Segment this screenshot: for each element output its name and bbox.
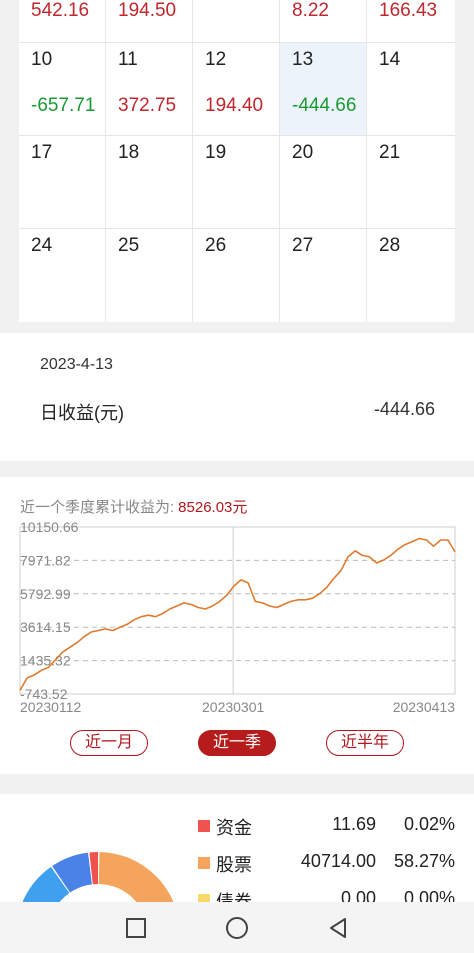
calendar-day-cell[interactable]: 28: [367, 229, 453, 321]
quarter-income-title: 近一个季度累计收益为: 8526.03元: [20, 496, 247, 517]
calendar-day-cell[interactable]: 542.16: [19, 0, 105, 42]
x-tick-label: 20230413: [393, 699, 456, 715]
allocation-amount: 11.69: [332, 814, 376, 834]
cash-swatch: [198, 820, 210, 832]
allocation-percent: 0.02%: [403, 814, 455, 834]
cumulative-income-chart: 10150.667971.825792.993614.151435.32-743…: [19, 519, 456, 715]
calendar-day-cell[interactable]: 19: [193, 136, 279, 228]
day-number: 19: [205, 142, 227, 163]
day-number: 24: [31, 235, 53, 256]
day-number: 13: [292, 49, 314, 70]
back-triangle-icon[interactable]: [326, 916, 350, 940]
quarter-income-value: 8526.03元: [178, 499, 248, 516]
day-number: 26: [205, 235, 227, 256]
day-income-card: 2023-4-13 日收益(元) -444.66: [0, 333, 474, 461]
day-number: 11: [118, 49, 138, 70]
y-tick-label: 5792.99: [20, 586, 71, 602]
day-income-amount: 8.22: [292, 0, 329, 21]
calendar-day-cell[interactable]: 194.50: [106, 0, 192, 42]
day-number: 10: [31, 49, 53, 70]
x-tick-label: 20230301: [202, 699, 265, 715]
day-number: 21: [379, 142, 401, 163]
allocation-name: 股票: [216, 855, 252, 875]
calendar-day-cell[interactable]: 8.22: [280, 0, 366, 42]
square-icon[interactable]: [124, 916, 148, 940]
allocation-name: 资金: [216, 818, 252, 838]
calendar-day-cell[interactable]: 24: [19, 229, 105, 321]
day-income-amount: -657.71: [31, 95, 96, 116]
day-income-amount: 372.75: [118, 95, 177, 116]
day-income-amount: 194.50: [118, 0, 177, 21]
day-number: 17: [31, 142, 53, 163]
calendar-day-cell[interactable]: 25: [106, 229, 192, 321]
calendar-day-cell[interactable]: 17: [19, 136, 105, 228]
allocation-row-stock[interactable]: 股票 40714.00 58.27%: [0, 849, 474, 879]
day-income-amount: 194.40: [205, 95, 264, 116]
y-tick-label: 7971.82: [20, 552, 71, 568]
period-button-6m[interactable]: 近半年: [326, 730, 404, 756]
day-number: 25: [118, 235, 140, 256]
allocation-amount: 40714.00: [300, 851, 376, 871]
period-button-1m[interactable]: 近一月: [70, 730, 148, 756]
calendar-day-cell[interactable]: 26: [193, 229, 279, 321]
circle-icon[interactable]: [225, 916, 249, 940]
day-number: 28: [379, 235, 401, 256]
day-number: 18: [118, 142, 140, 163]
stock-swatch: [198, 857, 210, 869]
plot-frame: [19, 526, 456, 695]
quarter-income-card: 近一个季度累计收益为: 8526.03元 10150.66 7971.82 5792.…: [0, 477, 474, 774]
day-income-label: 日收益(元): [40, 403, 124, 423]
cumulative-income-line: [19, 537, 456, 691]
selected-date: 2023-4-13: [40, 356, 113, 373]
day-number: 20: [292, 142, 314, 163]
day-number: 14: [379, 49, 401, 70]
system-nav-bar: [0, 902, 474, 953]
calendar-day-cell[interactable]: 27: [280, 229, 366, 321]
day-income-amount: 542.16: [31, 0, 90, 21]
calendar-day-cell-selected[interactable]: 13 -444.66: [280, 43, 366, 135]
y-tick-label: 1435.32: [20, 653, 71, 669]
y-tick-label: 3614.15: [20, 619, 71, 635]
day-income-amount: 166.43: [379, 0, 438, 21]
calendar-day-cell[interactable]: 12 194.40: [193, 43, 279, 135]
income-calendar: 542.16 194.50 8.22 166.43 10 -657.71 11 372.75 1…: [0, 0, 474, 333]
day-number: 12: [205, 49, 227, 70]
calendar-day-cell[interactable]: 11 372.75: [106, 43, 192, 135]
allocation-percent: 58.27%: [393, 851, 455, 871]
calendar-day-cell[interactable]: 21: [367, 136, 453, 228]
day-income-value: -444.66: [373, 399, 435, 419]
calendar-day-cell[interactable]: 166.43: [367, 0, 453, 42]
calendar-grid: 542.16 194.50 8.22 166.43 10 -657.71 11 372.75 1…: [19, 0, 455, 322]
x-tick-label: 20230112: [20, 699, 81, 715]
allocation-row-cash[interactable]: 资金 11.69 0.02%: [0, 812, 474, 842]
quarter-income-label: 近一个季度累计收益为:: [20, 499, 175, 516]
y-tick-label: 10150.66: [20, 519, 79, 535]
day-number: 27: [292, 235, 314, 256]
period-button-3m[interactable]: 近一季: [198, 730, 276, 756]
day-income-amount: -444.66: [292, 95, 357, 116]
calendar-day-cell[interactable]: 14: [367, 43, 453, 135]
calendar-day-cell[interactable]: 18: [106, 136, 192, 228]
calendar-day-cell[interactable]: 10 -657.71: [19, 43, 105, 135]
calendar-day-cell[interactable]: 20: [280, 136, 366, 228]
